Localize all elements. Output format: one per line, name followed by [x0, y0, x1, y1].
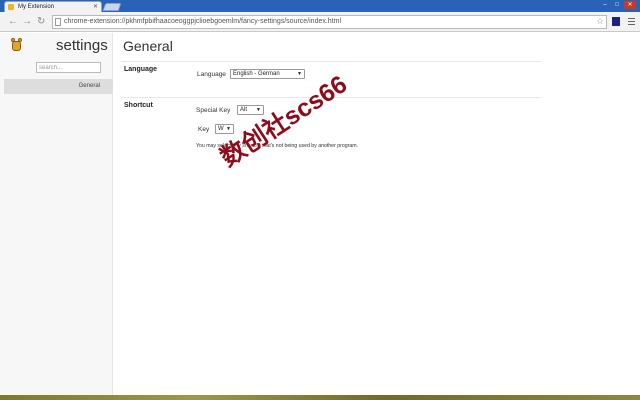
- language-value: English - German: [233, 71, 280, 77]
- key-value: W: [218, 126, 224, 132]
- browser-tab[interactable]: My Extension ✕: [4, 1, 102, 12]
- url-text: chrome-extension://pkhmfpbifhaacoeoggpjc…: [64, 18, 342, 25]
- browser-toolbar: ← → ↻ chrome-extension://pkhmfpbifhaacoe…: [0, 12, 640, 32]
- page-icon: [55, 18, 61, 26]
- window-controls: – □ ✕: [600, 1, 636, 9]
- reload-icon[interactable]: ↻: [37, 15, 45, 29]
- tab-title: My Extension: [18, 4, 55, 10]
- maximize-icon[interactable]: □: [612, 1, 622, 9]
- section-shortcut: Shortcut: [124, 102, 153, 109]
- sidebar-title: settings: [56, 37, 108, 54]
- search-input[interactable]: [36, 62, 101, 73]
- back-arrow-icon[interactable]: ←: [8, 15, 18, 29]
- minimize-icon[interactable]: –: [600, 1, 610, 9]
- key-label: Key: [198, 126, 210, 133]
- address-bar[interactable]: chrome-extension://pkhmfpbifhaacoeoggpjc…: [52, 15, 607, 29]
- sidebar-item-general[interactable]: General: [4, 79, 113, 94]
- tab-strip: My Extension ✕ – □ ✕: [0, 0, 640, 12]
- forward-arrow-icon[interactable]: →: [22, 15, 32, 29]
- section-language: Language: [124, 66, 158, 73]
- tab-close-icon[interactable]: ✕: [93, 2, 98, 12]
- hamburger-icon[interactable]: [628, 16, 635, 27]
- close-window-icon[interactable]: ✕: [624, 1, 636, 9]
- page-title: General: [123, 38, 173, 54]
- special-key-value: Alt: [240, 107, 248, 113]
- settings-main: General Language Language English - Germ…: [114, 33, 640, 395]
- language-label: Language: [197, 71, 226, 78]
- divider: [121, 61, 541, 62]
- extension-logo-icon: [11, 38, 23, 52]
- new-tab-button[interactable]: [102, 3, 122, 11]
- chevron-down-icon: ▼: [297, 71, 302, 77]
- extension-icon[interactable]: [612, 17, 620, 26]
- special-key-label: Special Key: [196, 107, 231, 114]
- tab-favicon-icon: [8, 4, 14, 10]
- star-icon[interactable]: ☆: [596, 16, 604, 27]
- settings-sidebar: settings General: [0, 33, 113, 395]
- os-taskbar: [0, 395, 640, 400]
- language-select[interactable]: English - German ▼: [230, 69, 305, 79]
